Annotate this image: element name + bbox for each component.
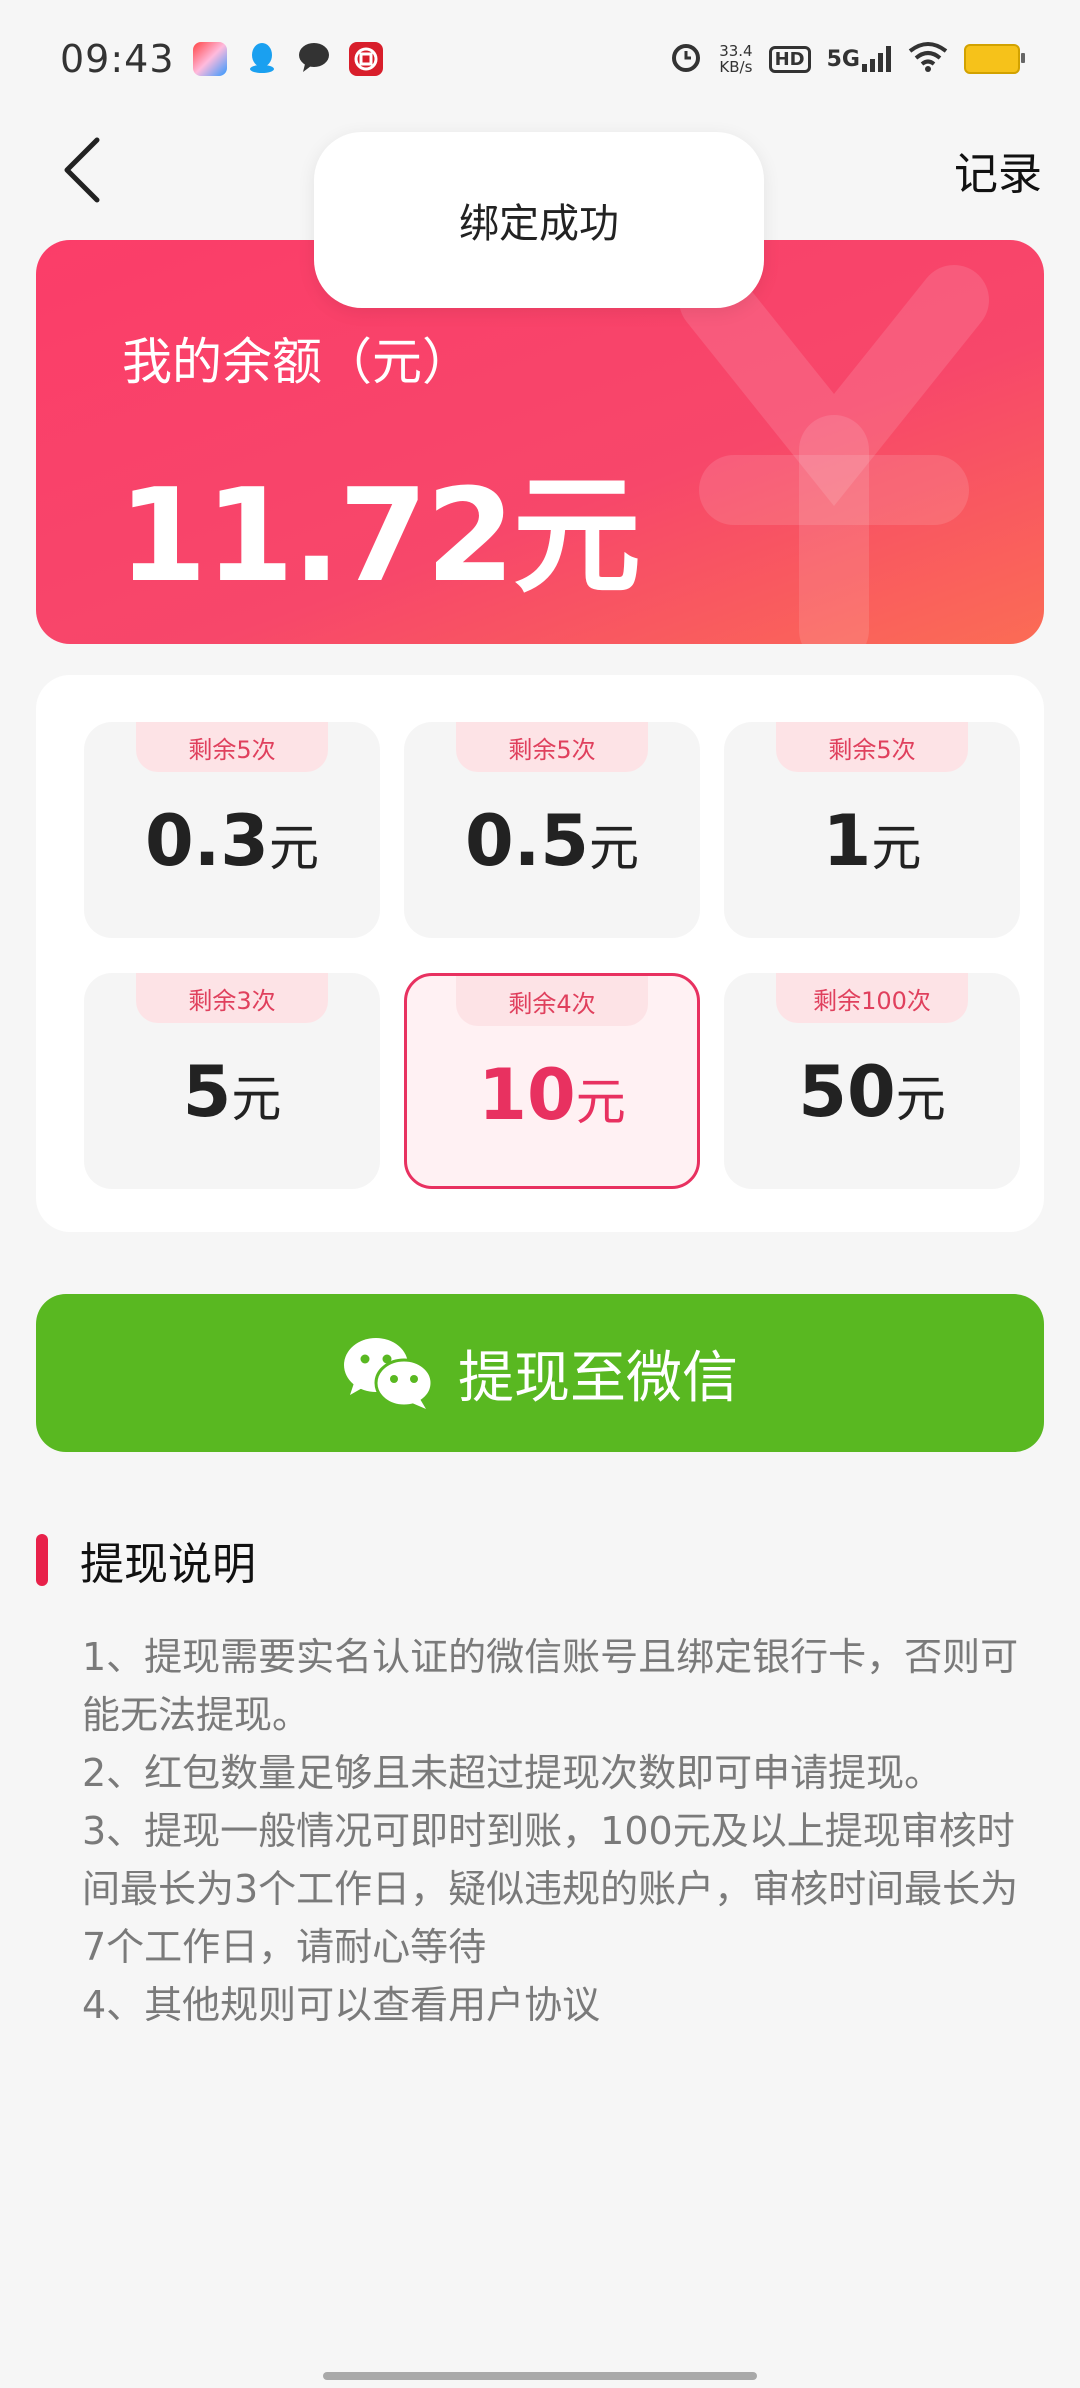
network-speed-value: 33.4 <box>719 42 753 60</box>
option-value: 1元 <box>822 800 922 882</box>
bank-app-icon <box>348 42 383 76</box>
qq-icon <box>245 40 279 78</box>
option-value: 50元 <box>798 1051 946 1133</box>
app-notification-icon <box>192 42 227 76</box>
alarm-icon <box>669 40 703 78</box>
balance-label: 我的余额（元） <box>122 333 472 391</box>
home-indicator[interactable] <box>323 2372 757 2380</box>
network-type: 5G <box>826 47 860 72</box>
withdraw-label: 提现至微信 <box>458 1345 738 1411</box>
status-bar-right: 33.4 KB/s HD 5G <box>669 40 1025 78</box>
remaining-badge: 剩余3次 <box>136 973 328 1023</box>
notes-item: 2、红包数量足够且未超过提现次数即可申请提现。 <box>82 1751 943 1795</box>
network-speed-unit: KB/s <box>719 58 753 76</box>
remaining-badge: 剩余5次 <box>456 722 648 772</box>
battery-icon <box>964 44 1025 74</box>
notes-header: 提现说明 <box>36 1530 256 1590</box>
option-10-selected[interactable]: 剩余4次 10元 <box>404 973 700 1189</box>
remaining-badge: 剩余4次 <box>456 976 648 1026</box>
chevron-left-icon <box>64 137 100 203</box>
notes-item: 3、提现一般情况可即时到账，100元及以上提现审核时间最长为3个工作日，疑似违规… <box>82 1809 1019 1969</box>
notes-body: 1、提现需要实名认证的微信账号且绑定银行卡，否则可能无法提现。 2、红包数量足够… <box>82 1628 1042 2034</box>
network-speed: 33.4 KB/s <box>719 43 752 75</box>
option-0-3[interactable]: 剩余5次 0.3元 <box>84 722 380 938</box>
option-5[interactable]: 剩余3次 5元 <box>84 973 380 1189</box>
notes-item: 1、提现需要实名认证的微信账号且绑定银行卡，否则可能无法提现。 <box>82 1635 1019 1737</box>
status-time: 09:43 <box>60 37 175 81</box>
notes-item: 4、其他规则可以查看用户协议 <box>82 1983 601 2027</box>
remaining-badge: 剩余5次 <box>136 722 328 772</box>
hd-icon: HD <box>768 45 811 73</box>
message-icon <box>297 40 331 78</box>
signal-icon: 5G <box>827 46 892 72</box>
record-button[interactable]: 记录 <box>954 138 1042 202</box>
withdraw-options: 剩余5次 0.3元 剩余5次 0.5元 剩余5次 1元 剩余3次 5元 剩余4次… <box>36 675 1044 1232</box>
option-value: 10元 <box>478 1054 626 1136</box>
option-value: 0.3元 <box>144 800 319 882</box>
wechat-icon <box>344 1338 434 1409</box>
option-1[interactable]: 剩余5次 1元 <box>724 722 1020 938</box>
option-0-5[interactable]: 剩余5次 0.5元 <box>404 722 700 938</box>
remaining-badge: 剩余100次 <box>776 973 968 1023</box>
option-50[interactable]: 剩余100次 50元 <box>724 973 1020 1189</box>
option-value: 5元 <box>182 1051 282 1133</box>
notes-accent-bar <box>36 1534 48 1586</box>
toast-message: 绑定成功 <box>314 132 764 308</box>
option-value: 0.5元 <box>464 800 639 882</box>
status-bar-left: 09:43 <box>60 37 383 81</box>
balance-amount: 11.72元 <box>118 462 641 611</box>
remaining-badge: 剩余5次 <box>776 722 968 772</box>
back-button[interactable] <box>55 128 135 208</box>
status-bar: 09:43 33.4 KB/s HD 5G <box>0 0 1080 118</box>
wifi-icon <box>908 41 948 77</box>
withdraw-to-wechat-button[interactable]: 提现至微信 <box>36 1294 1044 1452</box>
notes-title: 提现说明 <box>80 1539 256 1590</box>
